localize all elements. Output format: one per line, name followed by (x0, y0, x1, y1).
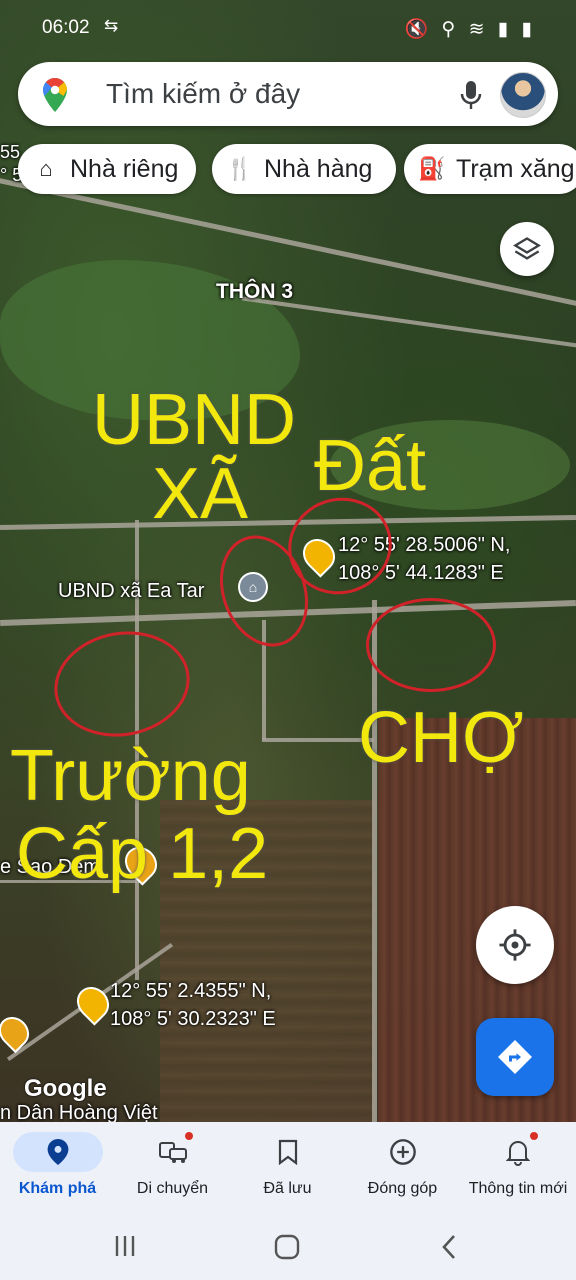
map-road (372, 600, 377, 1122)
coordinate-label: 12° 55' 2.4355" N, (110, 980, 272, 1002)
nav-label: Khám phá (18, 1180, 97, 1197)
nav-label: Di chuyển (136, 1180, 209, 1197)
back-icon[interactable] (440, 1234, 458, 1260)
gas-station-icon: ⛽ (418, 156, 446, 181)
nav-commute[interactable]: Di chuyển (115, 1122, 230, 1214)
map-label-edge: 55 (0, 142, 21, 162)
home-button-icon[interactable] (274, 1234, 300, 1260)
bell-icon (473, 1132, 563, 1172)
layers-button[interactable] (500, 222, 554, 276)
nav-saved[interactable]: Đã lưu (230, 1122, 345, 1214)
chip-gas-station[interactable]: ⛽ Trạm xăng (404, 144, 576, 194)
map-label-ubnd-place[interactable]: UBND xã Ea Tar (58, 580, 204, 603)
status-time: 06:02 (42, 17, 90, 38)
restaurant-icon: 🍴 (226, 156, 254, 181)
bottom-nav: Khám phá Di chuyển Đã lưu Đóng góp Thông… (0, 1122, 576, 1214)
annotation-dat: Đất (314, 426, 427, 506)
chip-restaurant[interactable]: 🍴 Nhà hàng (212, 144, 396, 194)
annotation-truong: Trường (10, 736, 251, 816)
google-logo: Google (24, 1075, 107, 1102)
recent-apps-icon[interactable] (112, 1234, 138, 1258)
annotation-cap: Cấp 1,2 (16, 814, 269, 894)
directions-icon (498, 1040, 532, 1074)
nav-label: Thông tin mới (468, 1180, 568, 1197)
cafe-pin-icon[interactable] (0, 1010, 36, 1054)
status-icons: 🔇 ⚲ ≋ ▮ ▮ (404, 19, 536, 40)
map-road (0, 514, 576, 531)
my-location-button[interactable] (476, 906, 554, 984)
coordinate-label: 108° 5' 30.2323" E (110, 1008, 276, 1030)
annotation-circle (46, 620, 198, 748)
nav-contribute[interactable]: Đóng góp (345, 1122, 460, 1214)
maps-logo-icon (43, 78, 67, 112)
avatar[interactable] (500, 72, 546, 118)
bookmark-icon (243, 1132, 333, 1172)
call-forward-icon: ⇆ (104, 16, 119, 35)
nav-updates[interactable]: Thông tin mới (460, 1122, 576, 1214)
search-bar[interactable]: Tìm kiếm ở đây (18, 62, 558, 126)
map-label-bottom: n Dân Hoàng Việt (0, 1102, 158, 1122)
map-label-thon: THÔN 3 (216, 280, 294, 303)
layers-icon (513, 237, 541, 260)
annotation-xa: XÃ (152, 454, 249, 534)
status-bar: 06:02 ⇆ 🔇 ⚲ ≋ ▮ ▮ (0, 0, 576, 56)
explore-pin-icon (12, 1132, 103, 1172)
home-icon: ⌂ (39, 156, 53, 181)
nav-explore[interactable]: Khám phá (0, 1122, 115, 1214)
add-circle-icon (358, 1132, 448, 1172)
commute-icon (128, 1132, 218, 1172)
my-location-icon (499, 929, 531, 961)
nav-label: Đã lưu (263, 1180, 312, 1197)
annotation-circle (366, 598, 496, 692)
mic-icon[interactable] (458, 80, 484, 110)
notification-badge (185, 1132, 193, 1140)
notification-badge (530, 1132, 538, 1140)
annotation-cho: CHỢ (358, 698, 524, 778)
chip-label: Nhà hàng (264, 154, 373, 183)
directions-button[interactable] (476, 1018, 554, 1096)
annotation-ubnd: UBND (92, 380, 297, 460)
chip-label: Nhà riêng (70, 154, 179, 183)
nav-label: Đóng góp (367, 1180, 438, 1197)
search-placeholder[interactable]: Tìm kiếm ở đây (106, 78, 300, 110)
system-nav-bar (0, 1214, 576, 1280)
chip-home[interactable]: ⌂ Nhà riêng (18, 144, 196, 194)
chip-label: Trạm xăng (456, 154, 575, 183)
